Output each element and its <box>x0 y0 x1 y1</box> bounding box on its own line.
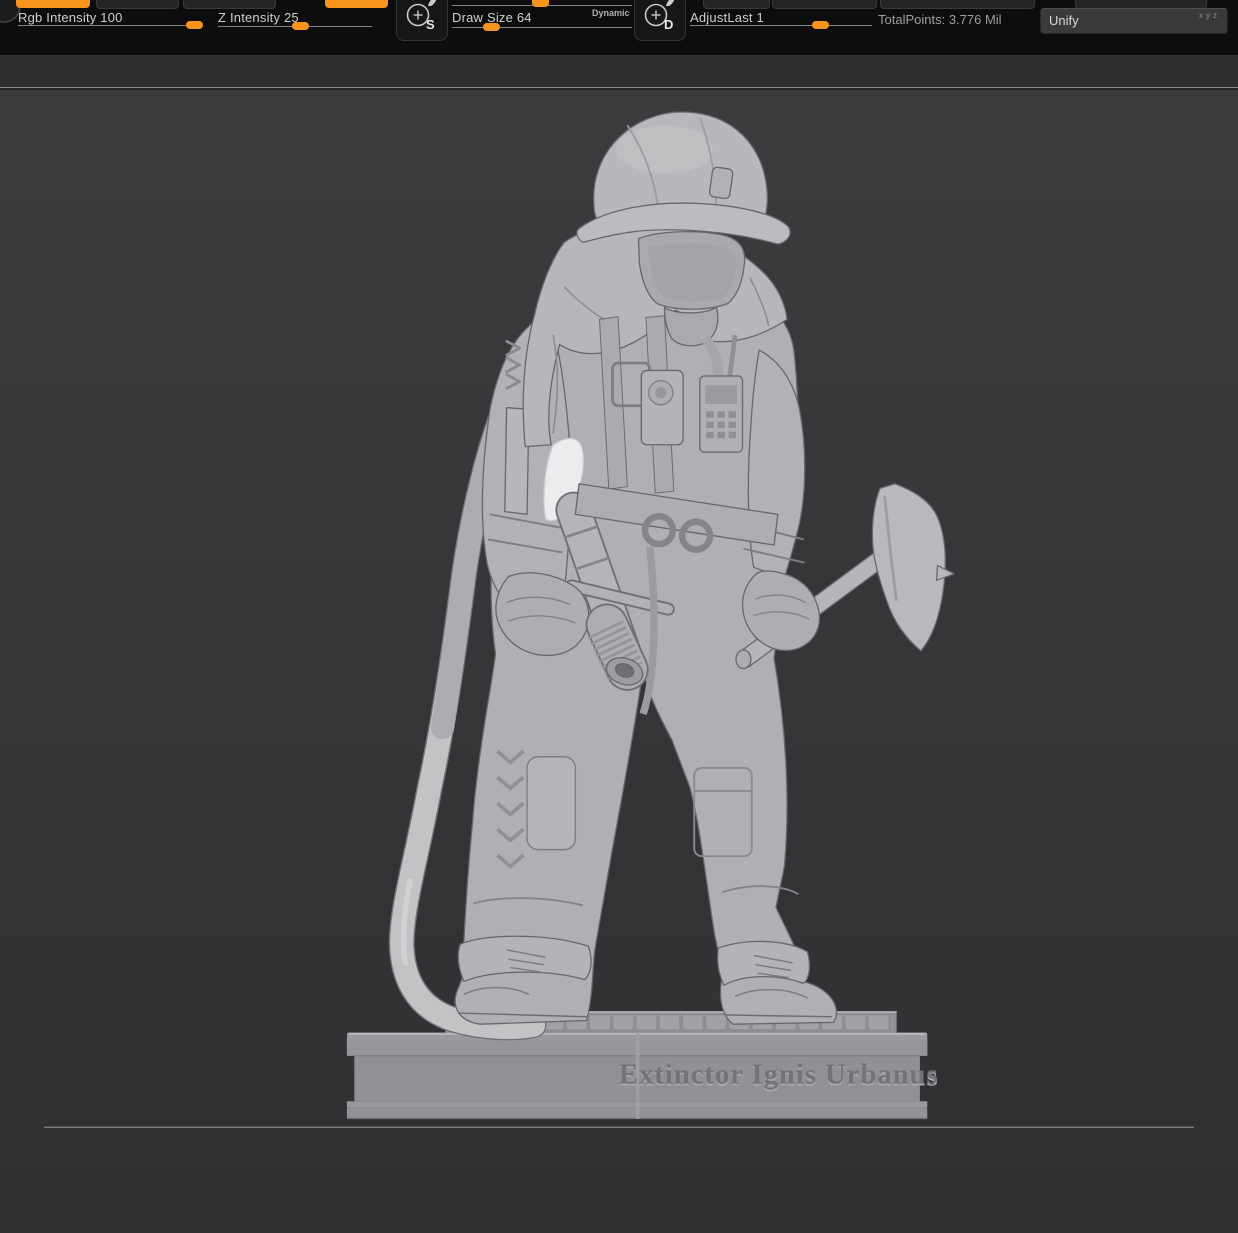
slider-handle[interactable] <box>483 23 500 31</box>
stroke-picker-button[interactable]: S <box>396 0 448 41</box>
top-shelf-toolbar: Rgb Intensity 100 Z Intensity 25 S Dra <box>0 0 1238 55</box>
stroke-letter: S <box>426 17 435 32</box>
slider-track <box>18 25 188 26</box>
unify-axis-hint: xyz <box>1199 11 1220 20</box>
axe-head <box>872 484 945 651</box>
slider-track <box>690 25 872 26</box>
face-plate <box>648 243 736 301</box>
slider-track <box>452 27 632 28</box>
stroke-icon: S <box>397 0 445 38</box>
depth-picker-button[interactable]: D <box>634 0 686 41</box>
zbrush-window: Rgb Intensity 100 Z Intensity 25 S Dra <box>0 0 1238 1233</box>
slider-handle[interactable] <box>186 21 203 29</box>
slider-handle[interactable] <box>812 21 829 29</box>
slider-handle[interactable] <box>292 22 309 30</box>
draw-size-slider[interactable]: Draw Size 64 <box>452 0 637 40</box>
sculpt-viewport[interactable]: Extinctor Ignis Urbanus Extinctor Ignis … <box>0 88 1238 1233</box>
adjust-last-label: AdjustLast 1 <box>690 10 764 25</box>
z-intensity-label: Z Intensity 25 <box>218 10 299 25</box>
statue-base: Extinctor Ignis Urbanus Extinctor Ignis … <box>347 1033 939 1119</box>
firefighter-figure <box>455 112 954 1024</box>
total-points-readout: TotalPoints: 3.776 Mil <box>878 12 1002 27</box>
z-intensity-slider[interactable]: Z Intensity 25 <box>218 0 378 40</box>
axe-pommel <box>736 650 751 669</box>
shelf-button-stub[interactable] <box>880 0 1035 9</box>
dynamic-mode-label[interactable]: Dynamic <box>592 8 630 18</box>
base-inscription: Extinctor Ignis Urbanus <box>619 1059 939 1091</box>
depth-letter: D <box>664 17 673 32</box>
adjust-last-slider[interactable]: AdjustLast 1 <box>690 0 875 40</box>
depth-icon: D <box>635 0 683 38</box>
rgb-intensity-slider[interactable]: Rgb Intensity 100 <box>18 0 208 40</box>
unify-label: Unify <box>1049 13 1079 28</box>
statue-render: Extinctor Ignis Urbanus Extinctor Ignis … <box>0 90 1238 1233</box>
secondary-toolbar-strip <box>0 55 1238 88</box>
helmet-front-plate <box>709 167 733 199</box>
unify-button[interactable]: Unify xyz <box>1040 8 1228 34</box>
rgb-intensity-label: Rgb Intensity 100 <box>18 10 123 25</box>
